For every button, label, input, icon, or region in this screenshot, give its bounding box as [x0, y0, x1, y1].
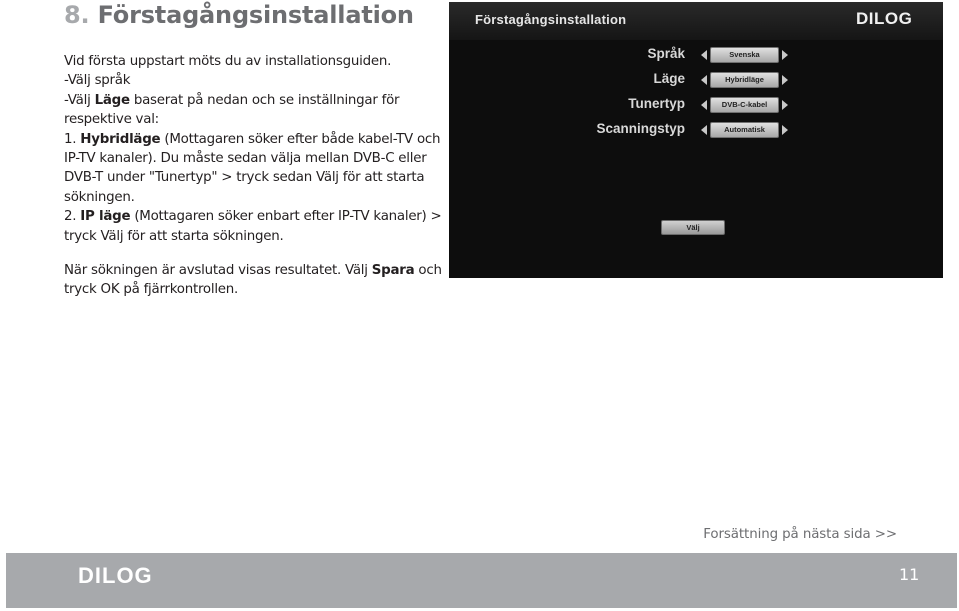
option-hybrid: 1. Hybridläge (Mottagaren söker efter bå…: [64, 130, 444, 208]
setting-row-language: Språk Svenska: [449, 45, 943, 67]
setting-value: Svenska: [710, 47, 779, 63]
arrow-right-icon: [782, 75, 788, 85]
option-hybrid-keyword: Hybridläge: [80, 131, 161, 147]
option-hybrid-number: 1.: [64, 131, 81, 147]
setting-row-scan: Scanningstyp Automatisk: [449, 120, 943, 142]
setting-value: DVB-C-kabel: [710, 97, 779, 113]
setting-row-mode: Läge Hybridläge: [449, 70, 943, 92]
setting-label: Språk: [647, 46, 685, 61]
step-mode-prefix: -Välj: [64, 92, 95, 108]
step-mode-keyword: Läge: [94, 92, 131, 108]
instructions: Vid första uppstart möts du av installat…: [64, 52, 444, 300]
setup-screenshot: Förstagångsinstallation DILOG Språk Sven…: [449, 2, 943, 278]
arrow-right-icon: [782, 50, 788, 60]
option-ip-number: 2.: [64, 209, 81, 225]
finish-text: När sökningen är avslutad visas resultat…: [64, 261, 444, 300]
select-button: Välj: [661, 220, 725, 235]
section-number: 8.: [64, 1, 90, 29]
arrow-left-icon: [701, 100, 707, 110]
finish-prefix: När sökningen är avslutad visas resultat…: [64, 263, 372, 279]
intro-text: Vid första uppstart möts du av installat…: [64, 54, 392, 69]
option-ip-keyword: IP läge: [80, 209, 131, 225]
arrow-left-icon: [701, 75, 707, 85]
setting-label: Tunertyp: [628, 96, 685, 111]
option-ip: 2. IP läge (Mottagaren söker enbart efte…: [64, 207, 444, 246]
arrow-right-icon: [782, 125, 788, 135]
setting-label: Läge: [653, 71, 685, 86]
continue-note: Forsättning på nästa sida >>: [703, 527, 897, 542]
page-number: 11: [899, 565, 920, 584]
screen-title: Förstagångsinstallation: [475, 12, 627, 27]
setting-label: Scanningstyp: [596, 121, 685, 136]
finish-keyword: Spara: [371, 263, 415, 279]
arrow-right-icon: [782, 100, 788, 110]
arrow-left-icon: [701, 50, 707, 60]
footer-bar: DILOG 11: [6, 553, 957, 608]
section-title: Förstagångsinstallation: [97, 1, 414, 29]
setting-value: Automatisk: [710, 122, 779, 138]
footer-logo: DILOG: [78, 563, 153, 588]
arrow-left-icon: [701, 125, 707, 135]
setting-row-tuner: Tunertyp DVB-C-kabel: [449, 95, 943, 117]
section-heading: 8. Förstagångsinstallation: [64, 0, 414, 30]
step-mode: -Välj Läge baserat på nedan och se instä…: [64, 91, 444, 130]
screen-logo: DILOG: [856, 9, 913, 28]
step-language: -Välj språk: [64, 73, 131, 89]
setting-value: Hybridläge: [710, 72, 779, 88]
